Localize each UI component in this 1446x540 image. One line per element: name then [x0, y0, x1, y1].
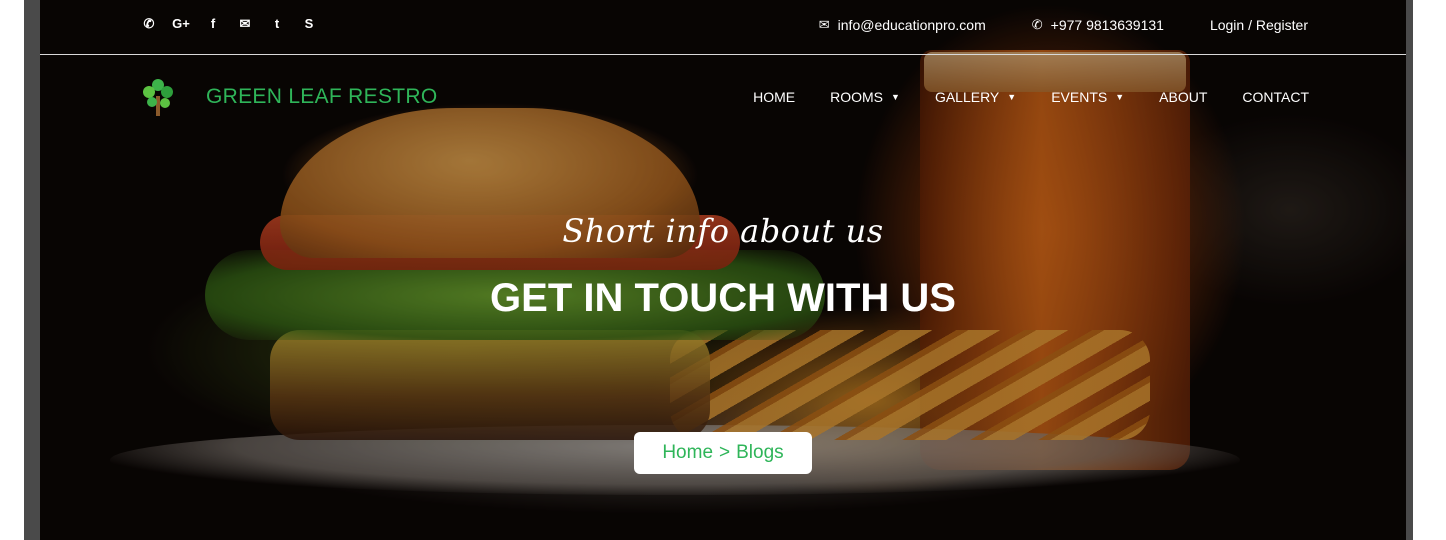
chevron-down-icon: ▼ — [1007, 92, 1017, 102]
chevron-down-icon: ▼ — [891, 92, 900, 102]
breadcrumb-current: Blogs — [736, 442, 784, 463]
nav-events[interactable]: EVENTS ▼ — [1051, 89, 1124, 105]
tree-logo-icon[interactable] — [140, 76, 176, 118]
nav-home[interactable]: HOME — [753, 89, 795, 105]
phone-icon: ✆ — [1031, 17, 1043, 32]
nav-gallery[interactable]: GALLERY ▼ — [935, 89, 1016, 105]
envelope-icon: ✉ — [818, 17, 830, 32]
phone-link[interactable]: ✆ +977 9813639131 — [1032, 17, 1164, 33]
viber-icon[interactable]: ✆ — [140, 16, 158, 32]
social-links: ✆ G+ f ✉ t S — [140, 16, 318, 32]
email-link[interactable]: ✉ info@educationpro.com — [819, 17, 986, 33]
nav-contact[interactable]: CONTACT — [1242, 89, 1309, 105]
google-plus-icon[interactable]: G+ — [172, 16, 190, 32]
chevron-down-icon: ▼ — [1115, 92, 1125, 102]
email-text: info@educationpro.com — [837, 17, 986, 33]
brand-name[interactable]: GREEN LEAF RESTRO — [206, 85, 437, 109]
twitter-icon[interactable]: t — [268, 16, 286, 32]
skype-icon[interactable]: S — [300, 16, 318, 32]
breadcrumb: Home > Blogs — [634, 432, 812, 474]
nav-about[interactable]: ABOUT — [1159, 89, 1207, 105]
breadcrumb-separator: > — [719, 442, 731, 463]
nav-rooms-label: ROOMS — [830, 89, 884, 105]
nav-about-label: ABOUT — [1159, 89, 1208, 105]
top-bar: ✆ G+ f ✉ t S ✉ info@educationpro.com ✆ +… — [40, 0, 1406, 55]
nav-rooms[interactable]: ROOMS ▼ — [830, 89, 900, 105]
nav-events-label: EVENTS — [1051, 89, 1108, 105]
hero-section: ✆ G+ f ✉ t S ✉ info@educationpro.com ✆ +… — [40, 0, 1406, 540]
hero-tagline: Short info about us — [562, 212, 884, 250]
contact-info: ✉ info@educationpro.com ✆ +977 981363913… — [819, 17, 1308, 33]
nav-gallery-label: GALLERY — [934, 89, 1000, 105]
facebook-icon[interactable]: f — [204, 16, 222, 32]
nav-contact-label: CONTACT — [1242, 89, 1309, 105]
breadcrumb-home-link[interactable]: Home — [662, 442, 713, 464]
phone-text: +977 9813639131 — [1050, 17, 1164, 33]
login-register-link[interactable]: Login / Register — [1210, 17, 1308, 33]
nav-home-label: HOME — [753, 89, 796, 105]
hero-headline: GET IN TOUCH WITH US — [490, 276, 956, 320]
messenger-icon[interactable]: ✉ — [236, 16, 254, 32]
main-nav: HOME ROOMS ▼ GALLERY ▼ EVENTS ▼ ABOUT CO… — [753, 89, 1309, 105]
